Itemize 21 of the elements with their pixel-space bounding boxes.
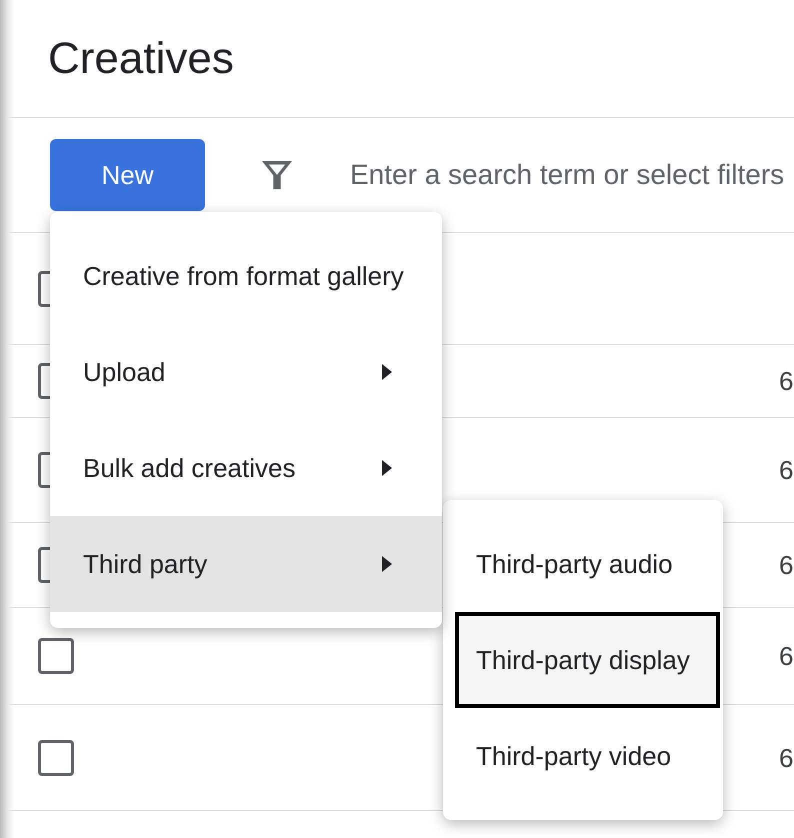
filter-icon[interactable] <box>262 159 292 191</box>
row-value-text: 6 <box>779 744 794 770</box>
caret-icon <box>382 460 392 476</box>
row-value-text: 6 <box>779 643 794 669</box>
menu-item[interactable]: Third party <box>50 516 442 612</box>
search-field[interactable]: Enter a search term or select filters <box>350 153 794 197</box>
page-title: Creatives <box>48 36 234 80</box>
row-value-text: 6 <box>779 457 794 483</box>
menu-item[interactable]: Bulk add creatives <box>50 420 442 516</box>
row-value-text: 6 <box>779 368 794 394</box>
caret-icon <box>382 364 392 380</box>
menu-item[interactable]: Upload <box>50 324 442 420</box>
new-button[interactable]: New <box>50 139 205 211</box>
menu-item[interactable]: Third-party audio <box>443 516 723 612</box>
checkbox[interactable] <box>38 740 74 776</box>
checkbox[interactable] <box>38 638 74 674</box>
menu-item[interactable]: Creative from format gallery <box>50 228 442 324</box>
menu-item[interactable]: Third-party video <box>443 708 723 804</box>
menu-item[interactable]: Third-party display <box>455 612 720 708</box>
row-value-text: 6 <box>779 552 794 578</box>
caret-icon <box>382 556 392 572</box>
